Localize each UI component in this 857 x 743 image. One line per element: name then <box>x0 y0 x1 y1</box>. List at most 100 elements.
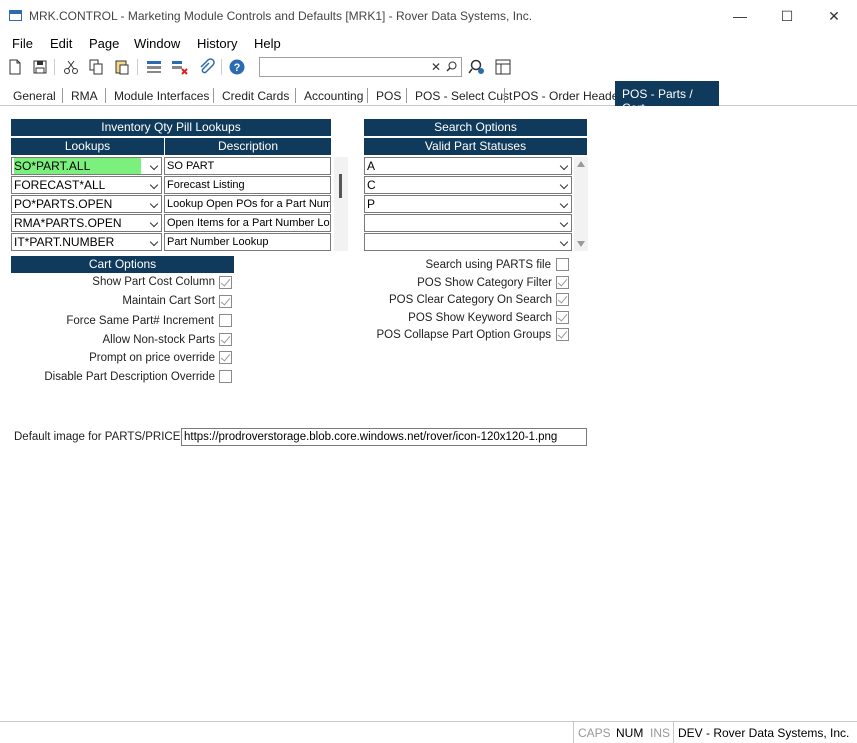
chevron-down-icon[interactable] <box>149 237 159 247</box>
search-input[interactable]: ✕ <box>259 57 462 77</box>
lookups-column-header: Lookups <box>11 138 164 155</box>
scroll-down-icon[interactable] <box>576 240 586 248</box>
status-separator <box>673 722 674 743</box>
chevron-down-icon[interactable] <box>559 218 569 228</box>
description-field[interactable]: Open Items for a Part Number Loo <box>164 214 331 232</box>
chevron-down-icon[interactable] <box>149 218 159 228</box>
part-status-select[interactable]: P <box>364 195 572 213</box>
menu-window[interactable]: Window <box>134 36 180 51</box>
chevron-down-icon[interactable] <box>149 161 159 171</box>
layout-icon[interactable] <box>494 58 512 76</box>
prompt-price-override-label: Prompt on price override <box>89 352 215 364</box>
part-status-select[interactable] <box>364 233 572 251</box>
chevron-down-icon[interactable] <box>559 180 569 190</box>
menu-page[interactable]: Page <box>89 36 119 51</box>
lookup-select[interactable]: SO*PART.ALL <box>11 157 162 175</box>
search-using-parts-file-label: Search using PARTS file <box>425 259 552 271</box>
tab-general[interactable]: General <box>7 85 62 106</box>
help-icon[interactable]: ? <box>228 58 246 76</box>
search-options-header: Search Options <box>364 119 587 136</box>
close-button[interactable]: ✕ <box>820 6 848 26</box>
prompt-price-override-checkbox[interactable] <box>219 351 232 364</box>
tab-label: POS <box>376 89 402 103</box>
allow-non-stock-parts-label: Allow Non-stock Parts <box>102 334 215 346</box>
pos-clear-category-label: POS Clear Category On Search <box>389 294 552 306</box>
find-icon[interactable] <box>468 58 486 76</box>
statuses-scrollbar[interactable] <box>574 157 588 251</box>
menu-help[interactable]: Help <box>254 36 281 51</box>
lookup-value: RMA*PARTS.OPEN <box>14 216 122 230</box>
app-icon <box>9 10 22 21</box>
tab-pos-order-header[interactable]: POS - Order Header <box>507 85 628 106</box>
tab-pos-select-cust[interactable]: POS - Select Cust <box>409 85 518 106</box>
part-status-select[interactable] <box>364 214 572 232</box>
menu-file[interactable]: File <box>12 36 33 51</box>
description-field[interactable]: Forecast Listing <box>164 176 331 194</box>
show-part-cost-checkbox[interactable] <box>219 276 232 289</box>
tab-label: Credit Cards <box>222 89 290 103</box>
tab-label: POS - Parts / Cart <box>622 87 693 115</box>
tab-separator <box>295 88 296 103</box>
menu-history[interactable]: History <box>197 36 237 51</box>
part-status-select[interactable]: A <box>364 157 572 175</box>
show-part-cost-label: Show Part Cost Column <box>92 276 215 288</box>
part-status-select[interactable]: C <box>364 176 572 194</box>
toolbar: ? ✕ <box>0 55 857 79</box>
search-using-parts-file-checkbox[interactable] <box>556 258 569 271</box>
chevron-down-icon[interactable] <box>559 161 569 171</box>
chevron-down-icon[interactable] <box>149 180 159 190</box>
chevron-down-icon[interactable] <box>559 237 569 247</box>
tab-module-interfaces[interactable]: Module Interfaces <box>108 85 215 106</box>
scrollbar-thumb[interactable] <box>339 174 342 198</box>
force-same-part-increment-checkbox[interactable] <box>219 314 232 327</box>
minimize-button[interactable]: — <box>726 6 754 26</box>
attachment-icon[interactable] <box>197 58 215 76</box>
tab-credit-cards[interactable]: Credit Cards <box>216 85 295 106</box>
pos-collapse-part-option-groups-checkbox[interactable] <box>556 328 569 341</box>
cut-icon[interactable] <box>62 58 80 76</box>
clear-icon[interactable]: ✕ <box>431 60 441 74</box>
default-image-field[interactable]: https://prodroverstorage.blob.core.windo… <box>181 428 587 446</box>
pos-show-category-filter-checkbox[interactable] <box>556 276 569 289</box>
paste-icon[interactable] <box>113 58 131 76</box>
lookup-select[interactable]: FORECAST*ALL <box>11 176 162 194</box>
tab-accounting[interactable]: Accounting <box>298 85 369 106</box>
delete-row-icon[interactable] <box>170 58 188 76</box>
maximize-button[interactable]: ☐ <box>773 6 801 26</box>
lookup-select[interactable]: PO*PARTS.OPEN <box>11 195 162 213</box>
lookup-select[interactable]: IT*PART.NUMBER <box>11 233 162 251</box>
allow-non-stock-parts-checkbox[interactable] <box>219 333 232 346</box>
pos-show-keyword-search-checkbox[interactable] <box>556 311 569 324</box>
pos-clear-category-checkbox[interactable] <box>556 293 569 306</box>
part-status-value: A <box>367 159 376 173</box>
force-same-part-increment-label: Force Same Part# Increment <box>66 315 214 327</box>
insert-row-icon[interactable] <box>145 58 163 76</box>
status-bar: CAPS NUM INS DEV - Rover Data Systems, I… <box>0 721 857 743</box>
tab-pos[interactable]: POS <box>370 85 407 106</box>
svg-text:?: ? <box>234 62 241 74</box>
copy-icon[interactable] <box>87 58 105 76</box>
scroll-up-icon[interactable] <box>576 160 586 168</box>
maintain-cart-sort-checkbox[interactable] <box>219 295 232 308</box>
save-icon[interactable] <box>31 58 49 76</box>
description-field[interactable]: Lookup Open POs for a Part Numb <box>164 195 331 213</box>
tab-bar: General RMA Module Interfaces Credit Car… <box>0 81 857 115</box>
description-field[interactable]: Part Number Lookup <box>164 233 331 251</box>
chevron-down-icon[interactable] <box>149 199 159 209</box>
chevron-down-icon[interactable] <box>559 199 569 209</box>
lookups-scrollbar[interactable] <box>334 157 348 251</box>
disable-part-description-override-checkbox[interactable] <box>219 370 232 383</box>
lookup-select[interactable]: RMA*PARTS.OPEN <box>11 214 162 232</box>
tab-rma[interactable]: RMA <box>65 85 104 106</box>
valid-part-statuses-header: Valid Part Statuses <box>364 138 587 155</box>
maintain-cart-sort-label: Maintain Cart Sort <box>122 295 215 307</box>
description-field[interactable]: SO PART <box>164 157 331 175</box>
description-column-header: Description <box>165 138 331 155</box>
menu-edit[interactable]: Edit <box>50 36 72 51</box>
lookup-value: SO*PART.ALL <box>14 158 141 174</box>
new-document-icon[interactable] <box>6 58 24 76</box>
tab-pos-parts-cart[interactable]: POS - Parts / Cart <box>615 81 719 115</box>
search-icon[interactable] <box>446 61 457 72</box>
pos-show-keyword-search-label: POS Show Keyword Search <box>408 312 552 324</box>
environment-label: DEV - Rover Data Systems, Inc. <box>678 726 850 740</box>
